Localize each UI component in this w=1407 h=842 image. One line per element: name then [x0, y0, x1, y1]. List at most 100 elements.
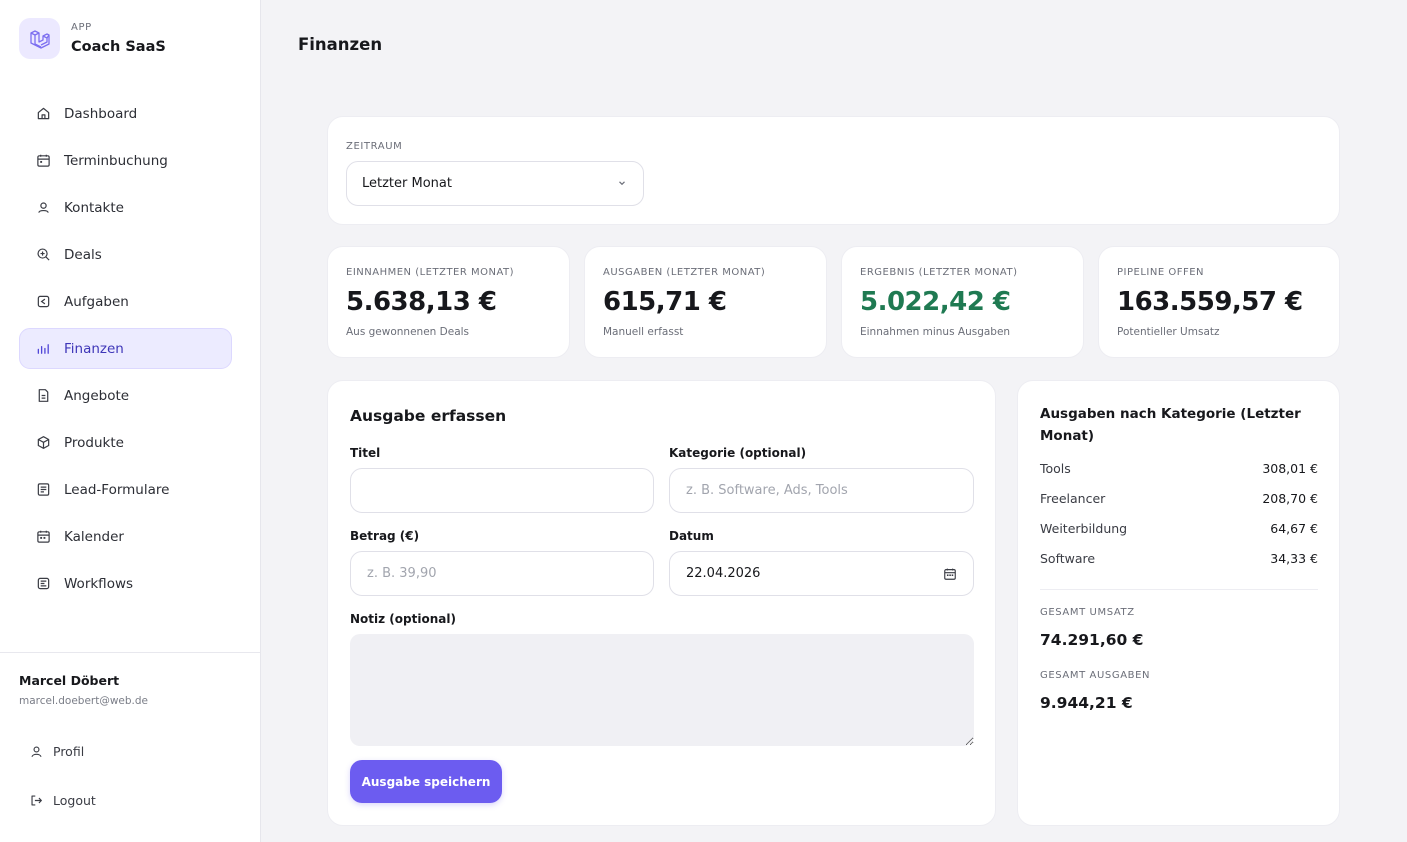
calendar-icon — [36, 529, 51, 544]
stat-card-expenses: AUSGABEN (LETZTER MONAT) 615,71 € Manuel… — [584, 246, 827, 358]
brand-name: Coach SaaS — [71, 38, 166, 55]
sidebar-item-lead-formulare[interactable]: Lead-Formulare — [19, 469, 232, 510]
total-expenses-caption: GESAMT AUSGABEN — [1040, 670, 1151, 681]
profile-link[interactable]: Profil — [30, 744, 84, 759]
sidebar-item-label: Kalender — [64, 528, 124, 545]
category-value: 64,67 € — [1270, 521, 1318, 536]
category-breakdown-card: Ausgaben nach Kategorie (Letzter Monat) … — [1017, 380, 1340, 826]
amount-input[interactable] — [350, 551, 654, 596]
page-title: Finanzen — [298, 35, 383, 54]
user-icon — [30, 745, 43, 758]
user-email: marcel.doebert@web.de — [19, 695, 149, 707]
sidebar-item-kalender[interactable]: Kalender — [19, 516, 232, 557]
form-icon — [36, 482, 51, 497]
stat-value: 163.559,57 € — [1117, 287, 1303, 317]
brand[interactable]: APP Coach SaaS — [19, 18, 166, 59]
stat-caption: AUSGABEN (LETZTER MONAT) — [603, 267, 766, 278]
sidebar-item-dashboard[interactable]: Dashboard — [19, 93, 232, 134]
search-plus-icon — [36, 247, 51, 262]
calendar-icon[interactable] — [943, 567, 957, 581]
stat-card-pipeline: PIPELINE OFFEN 163.559,57 € Potentieller… — [1098, 246, 1340, 358]
title-input[interactable] — [350, 468, 654, 513]
stat-caption: PIPELINE OFFEN — [1117, 267, 1204, 278]
stat-value: 5.638,13 € — [346, 287, 497, 317]
user-name: Marcel Döbert — [19, 673, 120, 688]
stat-subtitle: Manuell erfasst — [603, 326, 684, 338]
home-icon — [36, 106, 51, 121]
category-row: Software 34,33 € — [1040, 551, 1318, 566]
stat-value: 615,71 € — [603, 287, 727, 317]
divider — [1040, 589, 1318, 590]
period-select-value: Letzter Monat — [362, 176, 452, 191]
workflow-icon — [36, 576, 51, 591]
bar-chart-icon — [36, 341, 51, 356]
amount-label: Betrag (€) — [350, 529, 420, 543]
form-title: Ausgabe erfassen — [350, 407, 507, 425]
sidebar-item-label: Lead-Formulare — [64, 481, 170, 498]
sidebar-item-label: Terminbuchung — [64, 152, 168, 169]
expense-form-card: Ausgabe erfassen Titel Kategorie (option… — [327, 380, 996, 826]
category-name: Freelancer — [1040, 491, 1106, 506]
stat-caption: EINNAHMEN (LETZTER MONAT) — [346, 267, 515, 278]
sidebar-item-produkte[interactable]: Produkte — [19, 422, 232, 463]
sidebar-item-label: Workflows — [64, 575, 134, 592]
sidebar-item-label: Angebote — [64, 387, 130, 404]
period-caption: ZEITRAUM — [346, 141, 403, 152]
sidebar-item-label: Deals — [64, 246, 102, 263]
logout-link-label: Logout — [53, 793, 96, 808]
category-name: Weiterbildung — [1040, 521, 1128, 536]
note-label: Notiz (optional) — [350, 612, 456, 626]
stat-subtitle: Einnahmen minus Ausgaben — [860, 326, 1011, 338]
sidebar-item-terminbuchung[interactable]: Terminbuchung — [19, 140, 232, 181]
category-value: 208,70 € — [1262, 491, 1318, 506]
category-input[interactable] — [669, 468, 974, 513]
save-expense-button[interactable]: Ausgabe speichern — [350, 760, 502, 803]
category-value: 308,01 € — [1262, 461, 1318, 476]
category-label: Kategorie (optional) — [669, 446, 807, 460]
period-filter-card: ZEITRAUM Letzter Monat — [327, 116, 1340, 225]
category-row: Weiterbildung 64,67 € — [1040, 521, 1318, 536]
total-revenue-value: 74.291,60 € — [1040, 631, 1144, 649]
sidebar-item-aufgaben[interactable]: Aufgaben — [19, 281, 232, 322]
date-label: Datum — [669, 529, 714, 543]
layers-logo-icon — [19, 18, 60, 59]
sidebar: APP Coach SaaS Dashboard Terminbuchung K… — [0, 0, 261, 842]
chevron-down-icon — [617, 177, 627, 187]
logout-link[interactable]: Logout — [30, 793, 96, 808]
task-icon — [36, 294, 51, 309]
category-row: Tools 308,01 € — [1040, 461, 1318, 476]
category-value: 34,33 € — [1270, 551, 1318, 566]
sidebar-item-angebote[interactable]: Angebote — [19, 375, 232, 416]
sidebar-item-label: Dashboard — [64, 105, 138, 122]
category-row: Freelancer 208,70 € — [1040, 491, 1318, 506]
title-label: Titel — [350, 446, 381, 460]
user-icon — [36, 200, 51, 215]
category-name: Software — [1040, 551, 1096, 566]
document-icon — [36, 388, 51, 403]
sidebar-item-label: Aufgaben — [64, 293, 129, 310]
sidebar-item-deals[interactable]: Deals — [19, 234, 232, 275]
date-input[interactable]: 22.04.2026 — [669, 551, 974, 596]
stat-value: 5.022,42 € — [860, 287, 1011, 317]
category-breakdown-title: Ausgaben nach Kategorie (Letzter Monat) — [1040, 406, 1301, 444]
stat-card-income: EINNAHMEN (LETZTER MONAT) 5.638,13 € Aus… — [327, 246, 570, 358]
stat-subtitle: Aus gewonnenen Deals — [346, 326, 470, 338]
date-value: 22.04.2026 — [686, 566, 761, 581]
stat-subtitle: Potentieller Umsatz — [1117, 326, 1220, 338]
note-textarea[interactable] — [350, 634, 974, 746]
period-select[interactable]: Letzter Monat — [346, 161, 644, 206]
sidebar-item-kontakte[interactable]: Kontakte — [19, 187, 232, 228]
sidebar-divider — [0, 652, 260, 653]
stat-card-result: ERGEBNIS (LETZTER MONAT) 5.022,42 € Einn… — [841, 246, 1084, 358]
total-expenses-value: 9.944,21 € — [1040, 694, 1133, 712]
sidebar-item-label: Kontakte — [64, 199, 124, 216]
sidebar-item-label: Finanzen — [64, 340, 124, 357]
sidebar-item-finanzen[interactable]: Finanzen — [19, 328, 232, 369]
brand-label: APP — [71, 21, 92, 33]
category-name: Tools — [1040, 461, 1071, 476]
sidebar-item-label: Produkte — [64, 434, 124, 451]
calendar-icon — [36, 153, 51, 168]
logout-icon — [30, 794, 43, 807]
sidebar-item-workflows[interactable]: Workflows — [19, 563, 232, 604]
box-icon — [36, 435, 51, 450]
